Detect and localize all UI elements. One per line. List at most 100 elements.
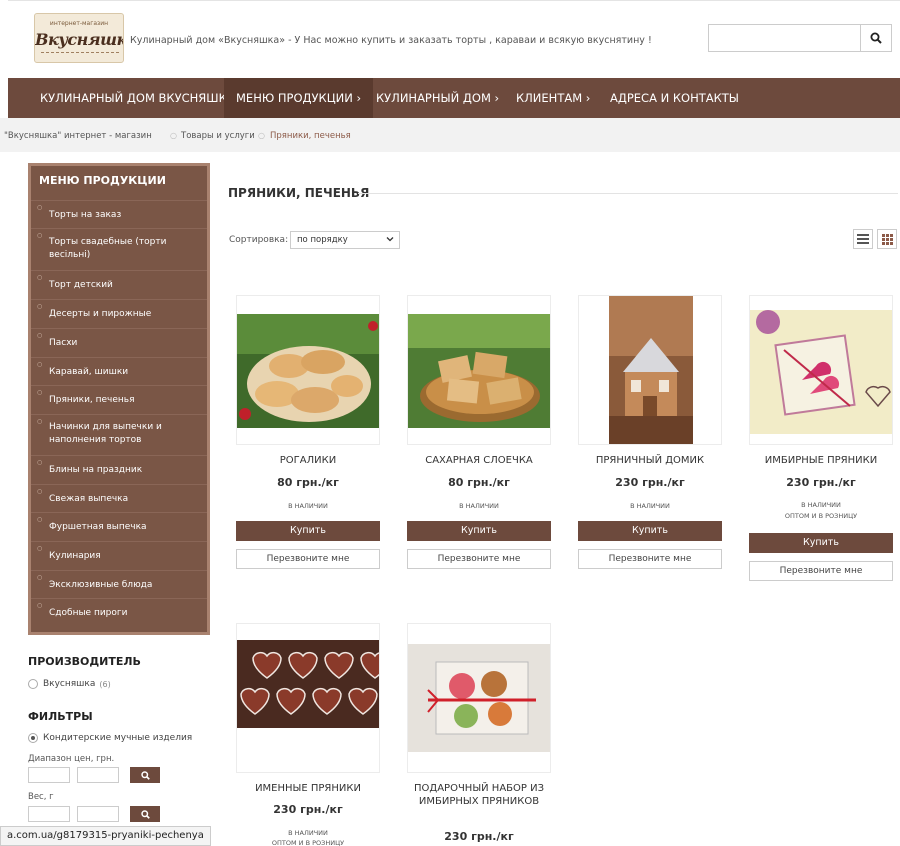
product-image-sugar-puff[interactable]	[407, 295, 551, 445]
site-tagline: Кулинарный дом «Вкусняшка» - У Нас можно…	[130, 35, 652, 46]
product-stock-wholesale: ОПТОМ И В РОЗНИЦУ	[271, 839, 345, 846]
product-price: 230 грн./кг	[444, 830, 514, 843]
callback-button[interactable]: Перезвоните мне	[578, 549, 722, 569]
callback-button[interactable]: Перезвоните мне	[407, 549, 551, 569]
product-stock: В НАЛИЧИИ	[630, 502, 670, 510]
sidebar-item-culinary[interactable]: Кулинария	[31, 541, 207, 570]
grid-icon	[881, 233, 893, 245]
price-min-input[interactable]	[28, 767, 70, 783]
product-photo	[609, 296, 693, 444]
search-input[interactable]	[708, 24, 860, 52]
producer-title: ПРОИЗВОДИТЕЛЬ	[28, 655, 141, 668]
product-name[interactable]: САХАРНАЯ СЛОЕЧКА	[407, 454, 551, 467]
breadcrumb-separator: ○	[258, 131, 265, 140]
product-photo	[237, 640, 379, 728]
page-title: ПРЯНИКИ, ПЕЧЕНЬЯ	[228, 186, 370, 200]
breadcrumb-shop[interactable]: "Вкусняшка" интернет - магазин	[4, 131, 152, 141]
buy-button[interactable]: Купить	[407, 521, 551, 541]
callback-button[interactable]: Перезвоните мне	[749, 561, 893, 581]
buy-button[interactable]: Купить	[236, 521, 380, 541]
sidebar-item-sweet-pies[interactable]: Сдобные пироги	[31, 598, 207, 632]
main-nav: КУЛИНАРНЫЙ ДОМ ВКУСНЯШКА МЕНЮ ПРОДУКЦИИ …	[8, 78, 900, 118]
grid-view-button[interactable]	[877, 229, 897, 249]
status-bar-url: a.com.ua/g8179315-pryaniki-pechenya	[0, 826, 211, 846]
product-price: 80 грн./кг	[277, 476, 339, 489]
product-photo	[237, 314, 379, 428]
product-price: 230 грн./кг	[786, 476, 856, 489]
list-icon	[857, 234, 869, 244]
list-view-button[interactable]	[853, 229, 873, 249]
buy-button[interactable]: Купить	[578, 521, 722, 541]
breadcrumb-goods[interactable]: Товары и услуги	[181, 131, 255, 141]
nav-product-menu[interactable]: МЕНЮ ПРОДУКЦИИ ›	[224, 78, 374, 118]
sidebar-item-desserts[interactable]: Десерты и пирожные	[31, 299, 207, 328]
breadcrumb-current: Пряники, печенья	[270, 131, 351, 141]
sidebar-item-gingerbread[interactable]: Пряники, печенья	[31, 385, 207, 414]
product-photo	[408, 644, 550, 752]
product-stock-wholesale: ОПТОМ И В РОЗНИЦУ	[784, 512, 858, 520]
breadcrumb-separator: ○	[170, 131, 177, 140]
title-divider	[358, 193, 898, 194]
product-price: 230 грн./кг	[615, 476, 685, 489]
producer-option[interactable]: Вкусняшка (6)	[28, 679, 111, 689]
buy-button[interactable]: Купить	[749, 533, 893, 553]
producer-radio[interactable]	[28, 679, 38, 689]
weight-range-label: Вес, г	[28, 792, 54, 802]
sort-select[interactable]: по порядку	[290, 231, 400, 249]
logo-title: Вкусняшка	[35, 30, 123, 49]
category-option[interactable]: Кондитерские мучные изделия	[28, 733, 192, 743]
callback-button[interactable]: Перезвоните мне	[236, 549, 380, 569]
sidebar-item-pancakes[interactable]: Блины на праздник	[31, 455, 207, 484]
product-name[interactable]: ПОДАРОЧНЫЙ НАБОР ИЗ ИМБИРНЫХ ПРЯНИКОВ	[407, 782, 551, 808]
sidebar-item-fillings[interactable]: Начинки для выпечки и наполнения тортов	[31, 414, 207, 455]
sort-value: по порядку	[297, 235, 348, 245]
product-name[interactable]: ИМБИРНЫЕ ПРЯНИКИ	[749, 454, 893, 467]
nav-culinary-house[interactable]: КУЛИНАРНЫЙ ДОМ ›	[368, 78, 507, 118]
logo-ornament	[41, 52, 119, 58]
sidebar-item-easter[interactable]: Пасхи	[31, 328, 207, 357]
search-button[interactable]	[860, 24, 892, 52]
product-name[interactable]: РОГАЛИКИ	[236, 454, 380, 467]
sidebar-item-wedding-cakes[interactable]: Торты свадебные (торти весільні)	[31, 228, 207, 270]
sidebar-item-fresh-pastry[interactable]: Свежая выпечка	[31, 484, 207, 512]
weight-max-input[interactable]	[77, 806, 119, 822]
sidebar-item-cakes-to-order[interactable]: Торты на заказ	[31, 200, 207, 228]
product-image-rogaliki[interactable]	[236, 295, 380, 445]
chevron-down-icon	[386, 237, 394, 242]
price-filter-button[interactable]	[130, 767, 160, 783]
product-price: 230 грн./кг	[273, 803, 343, 816]
breadcrumb: "Вкусняшка" интернет - магазин ○ Товары …	[0, 118, 900, 152]
price-range-label: Диапазон цен, грн.	[28, 754, 115, 764]
category-label: Кондитерские мучные изделия	[43, 733, 193, 743]
nav-home[interactable]: КУЛИНАРНЫЙ ДОМ ВКУСНЯШКА	[32, 78, 243, 118]
price-max-input[interactable]	[77, 767, 119, 783]
sidebar-item-exclusive[interactable]: Эксклюзивные блюда	[31, 570, 207, 598]
sort-label: Сортировка:	[229, 235, 289, 245]
producer-label: Вкусняшка	[43, 679, 96, 689]
product-image-ginger-cookies[interactable]	[749, 295, 893, 445]
product-name[interactable]: ИМЕННЫЕ ПРЯНИКИ	[236, 782, 380, 795]
product-photo	[750, 310, 892, 434]
weight-filter-button[interactable]	[130, 806, 160, 822]
product-name[interactable]: ПРЯНИЧНЫЙ ДОМИК	[578, 454, 722, 467]
search-icon	[140, 770, 150, 780]
product-stock: В НАЛИЧИИ	[459, 502, 499, 510]
product-image-gingerbread-house[interactable]	[578, 295, 722, 445]
producer-count: (6)	[99, 679, 111, 689]
sidebar-item-buffet-pastry[interactable]: Фуршетная выпечка	[31, 512, 207, 541]
product-image-gift-set[interactable]	[407, 623, 551, 773]
sidebar-title: МЕНЮ ПРОДУКЦИИ	[39, 174, 166, 187]
product-stock: В НАЛИЧИИ	[288, 829, 328, 837]
site-logo[interactable]: интернет-магазин Вкусняшка	[34, 13, 124, 63]
nav-contacts[interactable]: АДРЕСА И КОНТАКТЫ	[602, 78, 747, 118]
product-price: 80 грн./кг	[448, 476, 510, 489]
weight-min-input[interactable]	[28, 806, 70, 822]
product-image-named-gingerbread[interactable]	[236, 623, 380, 773]
sidebar-item-korovai[interactable]: Каравай, шишки	[31, 357, 207, 385]
product-stock: В НАЛИЧИИ	[801, 501, 841, 509]
nav-clients[interactable]: КЛИЕНТАМ ›	[508, 78, 598, 118]
category-radio[interactable]	[28, 733, 38, 743]
product-stock: В НАЛИЧИИ	[288, 502, 328, 510]
sidebar-item-kids-cake[interactable]: Торт детский	[31, 270, 207, 299]
search-icon	[140, 809, 150, 819]
